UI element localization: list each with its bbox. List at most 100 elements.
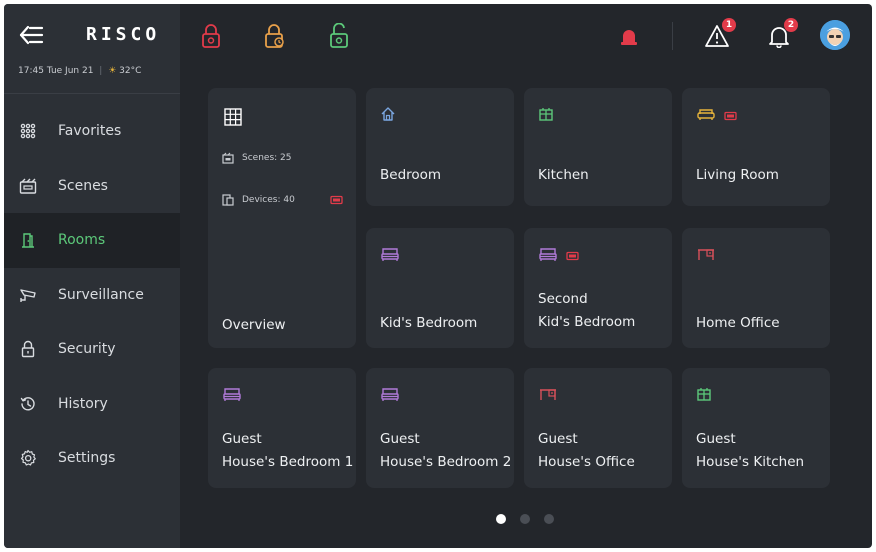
top-bar: 1 2 xyxy=(180,4,872,68)
room-card-icons xyxy=(696,246,716,266)
room-name-line1: Guest xyxy=(696,431,736,447)
bell-icon[interactable]: 2 xyxy=(766,18,798,50)
desk-icon xyxy=(538,386,558,406)
kitchen-icon xyxy=(696,386,712,406)
room-name-line2: House's Bedroom 1 xyxy=(222,454,354,470)
room-card-icons xyxy=(222,386,242,406)
room-card[interactable]: Guest House's Office xyxy=(524,368,672,488)
room-name-line2: Kid's Bedroom xyxy=(538,314,636,330)
app-frame: RISCO 17:45 Tue Jun 21 | ☀ 32°C Favorite… xyxy=(4,4,872,548)
sidebar-item-favorites[interactable]: Favorites xyxy=(4,104,180,159)
status-separator: | xyxy=(99,66,103,76)
sidebar-menu: Favorites Scenes Rooms Surveillance Secu… xyxy=(4,104,180,486)
overview-title: Overview xyxy=(222,317,286,333)
room-name-line1: Living Room xyxy=(696,167,779,183)
desk-icon xyxy=(696,246,716,266)
alert-warning-icon[interactable]: 1 xyxy=(704,18,736,50)
page-dot-3[interactable] xyxy=(544,514,554,524)
bed-icon xyxy=(380,386,400,406)
status-date: Tue Jun 21 xyxy=(46,66,94,76)
room-card-icons xyxy=(538,246,580,266)
sidebar-item-label: Settings xyxy=(58,450,116,467)
room-card-name: Home Office xyxy=(696,312,780,335)
room-card-icons xyxy=(696,386,712,406)
room-card-name: Second Kid's Bedroom xyxy=(538,288,635,334)
lock-open-green-icon[interactable] xyxy=(326,22,352,50)
overview-devices-count: Devices: 40 xyxy=(242,195,295,205)
page-dot-2[interactable] xyxy=(520,514,530,524)
sidebar-item-history[interactable]: History xyxy=(4,377,180,432)
room-card[interactable]: Kid's Bedroom xyxy=(366,228,514,348)
room-card[interactable]: Second Kid's Bedroom xyxy=(524,228,672,348)
room-card-icons xyxy=(538,386,558,406)
room-name-line1: Bedroom xyxy=(380,167,442,183)
room-name-line1: Kid's Bedroom xyxy=(380,315,478,331)
sun-icon: ☀ xyxy=(108,66,117,76)
room-card-icons xyxy=(380,106,396,126)
bed-icon xyxy=(380,246,400,266)
room-card-name: Guest House's Kitchen xyxy=(696,428,804,474)
lock-red-icon[interactable] xyxy=(198,22,224,50)
room-card-icons xyxy=(380,386,400,406)
room-card-name: Kitchen xyxy=(538,164,589,187)
risco-logo: RISCO xyxy=(86,24,161,45)
room-name-line1: Kitchen xyxy=(538,167,589,183)
page-dot-1[interactable] xyxy=(496,514,506,524)
status-time: 17:45 xyxy=(18,66,44,76)
sidebar-item-surveillance[interactable]: Surveillance xyxy=(4,268,180,323)
room-name-line1: Guest xyxy=(538,431,578,447)
sidebar-item-settings[interactable]: Settings xyxy=(4,431,180,486)
sidebar-item-label: Surveillance xyxy=(58,286,144,303)
status-datetime: 17:45 Tue Jun 21 | ☀ 32°C xyxy=(18,66,141,76)
room-card-icons xyxy=(538,106,554,126)
bed-icon xyxy=(538,246,558,266)
notifications-count-badge: 2 xyxy=(784,18,798,32)
gear-icon xyxy=(18,448,38,468)
bed-icon xyxy=(222,386,242,406)
room-card-name: Bedroom xyxy=(380,164,441,187)
topbar-divider xyxy=(672,22,673,50)
room-name-line2: House's Office xyxy=(538,454,635,470)
room-name-line1: Second xyxy=(538,291,588,307)
room-card[interactable]: Home Office xyxy=(682,228,830,348)
room-card[interactable]: Guest House's Bedroom 2 xyxy=(366,368,514,488)
sidebar-item-label: History xyxy=(58,395,108,412)
sofa-icon xyxy=(696,106,716,126)
room-card-name: Guest House's Bedroom 2 xyxy=(380,428,511,474)
lock-orange-icon[interactable] xyxy=(262,22,288,50)
sidebar: RISCO 17:45 Tue Jun 21 | ☀ 32°C Favorite… xyxy=(4,4,180,548)
sidebar-item-label: Scenes xyxy=(58,177,108,194)
sidebar-item-security[interactable]: Security xyxy=(4,322,180,377)
sidebar-item-rooms[interactable]: Rooms xyxy=(4,213,180,268)
sidebar-item-scenes[interactable]: Scenes xyxy=(4,159,180,214)
camera-icon xyxy=(18,285,38,305)
overview-scenes-count: Scenes: 25 xyxy=(242,153,292,163)
room-card-name: Kid's Bedroom xyxy=(380,312,477,335)
sidebar-item-label: Security xyxy=(58,341,116,358)
room-card[interactable]: Living Room xyxy=(682,88,830,206)
room-card[interactable]: Bedroom xyxy=(366,88,514,206)
room-card-icons xyxy=(696,106,738,126)
room-card[interactable]: Kitchen xyxy=(524,88,672,206)
room-card[interactable]: Guest House's Bedroom 1 xyxy=(208,368,356,488)
room-name-line1: Guest xyxy=(222,431,262,447)
menu-collapse-icon[interactable] xyxy=(18,24,44,46)
room-card[interactable]: Guest House's Kitchen xyxy=(682,368,830,488)
room-name-line1: Guest xyxy=(380,431,420,447)
devices-icon xyxy=(222,194,234,206)
pagination xyxy=(496,514,554,524)
house-icon xyxy=(380,106,396,126)
siren-icon[interactable] xyxy=(616,22,642,50)
room-card-name: Guest House's Office xyxy=(538,428,635,474)
grid-icon xyxy=(18,121,38,141)
avatar[interactable] xyxy=(820,20,850,50)
overview-card[interactable]: Scenes: 25 Devices: 40 Overview xyxy=(208,88,356,348)
battery-low-icon xyxy=(330,195,343,205)
door-icon xyxy=(18,230,38,250)
status-temperature: 32°C xyxy=(119,66,142,76)
scenes-icon xyxy=(222,152,234,164)
alerts-count-badge: 1 xyxy=(722,18,736,32)
room-card-icons xyxy=(380,246,400,266)
room-card-name: Guest House's Bedroom 1 xyxy=(222,428,353,474)
kitchen-icon xyxy=(538,106,554,126)
